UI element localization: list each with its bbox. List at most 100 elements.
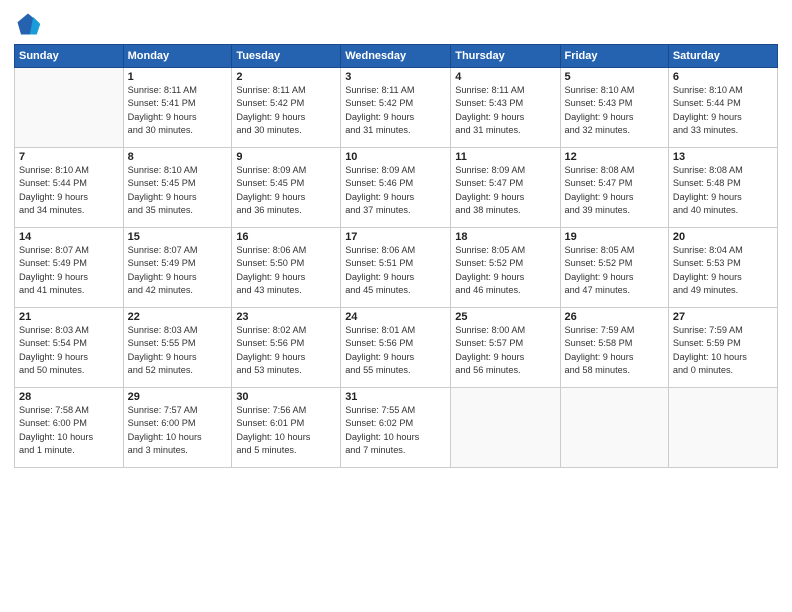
day-number: 5 (565, 71, 664, 83)
day-number: 19 (565, 231, 664, 243)
day-cell: 3Sunrise: 8:11 AM Sunset: 5:42 PM Daylig… (341, 68, 451, 148)
day-cell: 19Sunrise: 8:05 AM Sunset: 5:52 PM Dayli… (560, 228, 668, 308)
day-info: Sunrise: 8:07 AM Sunset: 5:49 PM Dayligh… (19, 244, 119, 297)
day-number: 14 (19, 231, 119, 243)
day-cell: 13Sunrise: 8:08 AM Sunset: 5:48 PM Dayli… (668, 148, 777, 228)
day-info: Sunrise: 8:11 AM Sunset: 5:42 PM Dayligh… (236, 84, 336, 137)
week-row-2: 7Sunrise: 8:10 AM Sunset: 5:44 PM Daylig… (15, 148, 778, 228)
day-number: 16 (236, 231, 336, 243)
day-number: 26 (565, 311, 664, 323)
day-number: 8 (128, 151, 228, 163)
day-number: 1 (128, 71, 228, 83)
day-cell: 21Sunrise: 8:03 AM Sunset: 5:54 PM Dayli… (15, 308, 124, 388)
day-cell: 26Sunrise: 7:59 AM Sunset: 5:58 PM Dayli… (560, 308, 668, 388)
week-row-1: 1Sunrise: 8:11 AM Sunset: 5:41 PM Daylig… (15, 68, 778, 148)
day-info: Sunrise: 8:04 AM Sunset: 5:53 PM Dayligh… (673, 244, 773, 297)
day-number: 9 (236, 151, 336, 163)
logo (14, 10, 46, 38)
day-info: Sunrise: 7:55 AM Sunset: 6:02 PM Dayligh… (345, 404, 446, 457)
day-number: 30 (236, 391, 336, 403)
day-cell: 31Sunrise: 7:55 AM Sunset: 6:02 PM Dayli… (341, 388, 451, 468)
day-info: Sunrise: 8:11 AM Sunset: 5:41 PM Dayligh… (128, 84, 228, 137)
day-cell: 17Sunrise: 8:06 AM Sunset: 5:51 PM Dayli… (341, 228, 451, 308)
day-info: Sunrise: 8:08 AM Sunset: 5:47 PM Dayligh… (565, 164, 664, 217)
day-info: Sunrise: 8:00 AM Sunset: 5:57 PM Dayligh… (455, 324, 555, 377)
day-number: 23 (236, 311, 336, 323)
day-number: 4 (455, 71, 555, 83)
day-number: 7 (19, 151, 119, 163)
day-cell: 16Sunrise: 8:06 AM Sunset: 5:50 PM Dayli… (232, 228, 341, 308)
day-cell: 28Sunrise: 7:58 AM Sunset: 6:00 PM Dayli… (15, 388, 124, 468)
day-info: Sunrise: 7:58 AM Sunset: 6:00 PM Dayligh… (19, 404, 119, 457)
col-header-saturday: Saturday (668, 45, 777, 68)
day-number: 11 (455, 151, 555, 163)
day-cell (560, 388, 668, 468)
calendar-table: SundayMondayTuesdayWednesdayThursdayFrid… (14, 44, 778, 468)
day-number: 17 (345, 231, 446, 243)
day-cell: 30Sunrise: 7:56 AM Sunset: 6:01 PM Dayli… (232, 388, 341, 468)
day-info: Sunrise: 7:56 AM Sunset: 6:01 PM Dayligh… (236, 404, 336, 457)
day-number: 29 (128, 391, 228, 403)
day-cell (668, 388, 777, 468)
week-row-5: 28Sunrise: 7:58 AM Sunset: 6:00 PM Dayli… (15, 388, 778, 468)
day-number: 27 (673, 311, 773, 323)
day-info: Sunrise: 7:59 AM Sunset: 5:59 PM Dayligh… (673, 324, 773, 377)
day-cell: 25Sunrise: 8:00 AM Sunset: 5:57 PM Dayli… (451, 308, 560, 388)
day-cell: 10Sunrise: 8:09 AM Sunset: 5:46 PM Dayli… (341, 148, 451, 228)
day-info: Sunrise: 8:05 AM Sunset: 5:52 PM Dayligh… (565, 244, 664, 297)
header-row: SundayMondayTuesdayWednesdayThursdayFrid… (15, 45, 778, 68)
day-number: 3 (345, 71, 446, 83)
day-info: Sunrise: 8:06 AM Sunset: 5:50 PM Dayligh… (236, 244, 336, 297)
day-number: 25 (455, 311, 555, 323)
day-info: Sunrise: 8:10 AM Sunset: 5:44 PM Dayligh… (19, 164, 119, 217)
day-cell (15, 68, 124, 148)
day-cell: 9Sunrise: 8:09 AM Sunset: 5:45 PM Daylig… (232, 148, 341, 228)
calendar-header: SundayMondayTuesdayWednesdayThursdayFrid… (15, 45, 778, 68)
col-header-monday: Monday (123, 45, 232, 68)
col-header-thursday: Thursday (451, 45, 560, 68)
day-info: Sunrise: 8:09 AM Sunset: 5:45 PM Dayligh… (236, 164, 336, 217)
day-number: 31 (345, 391, 446, 403)
day-cell: 8Sunrise: 8:10 AM Sunset: 5:45 PM Daylig… (123, 148, 232, 228)
day-info: Sunrise: 8:11 AM Sunset: 5:42 PM Dayligh… (345, 84, 446, 137)
day-info: Sunrise: 8:09 AM Sunset: 5:46 PM Dayligh… (345, 164, 446, 217)
calendar-body: 1Sunrise: 8:11 AM Sunset: 5:41 PM Daylig… (15, 68, 778, 468)
day-number: 28 (19, 391, 119, 403)
day-cell: 12Sunrise: 8:08 AM Sunset: 5:47 PM Dayli… (560, 148, 668, 228)
day-number: 2 (236, 71, 336, 83)
day-info: Sunrise: 8:01 AM Sunset: 5:56 PM Dayligh… (345, 324, 446, 377)
day-info: Sunrise: 8:07 AM Sunset: 5:49 PM Dayligh… (128, 244, 228, 297)
week-row-3: 14Sunrise: 8:07 AM Sunset: 5:49 PM Dayli… (15, 228, 778, 308)
day-number: 24 (345, 311, 446, 323)
day-cell: 4Sunrise: 8:11 AM Sunset: 5:43 PM Daylig… (451, 68, 560, 148)
day-number: 18 (455, 231, 555, 243)
day-cell: 27Sunrise: 7:59 AM Sunset: 5:59 PM Dayli… (668, 308, 777, 388)
day-number: 15 (128, 231, 228, 243)
day-info: Sunrise: 8:08 AM Sunset: 5:48 PM Dayligh… (673, 164, 773, 217)
day-cell: 11Sunrise: 8:09 AM Sunset: 5:47 PM Dayli… (451, 148, 560, 228)
day-cell (451, 388, 560, 468)
col-header-friday: Friday (560, 45, 668, 68)
col-header-sunday: Sunday (15, 45, 124, 68)
day-cell: 2Sunrise: 8:11 AM Sunset: 5:42 PM Daylig… (232, 68, 341, 148)
day-info: Sunrise: 8:03 AM Sunset: 5:55 PM Dayligh… (128, 324, 228, 377)
day-info: Sunrise: 8:05 AM Sunset: 5:52 PM Dayligh… (455, 244, 555, 297)
day-cell: 1Sunrise: 8:11 AM Sunset: 5:41 PM Daylig… (123, 68, 232, 148)
day-number: 13 (673, 151, 773, 163)
logo-icon (14, 10, 42, 38)
day-number: 6 (673, 71, 773, 83)
day-info: Sunrise: 8:06 AM Sunset: 5:51 PM Dayligh… (345, 244, 446, 297)
day-info: Sunrise: 7:59 AM Sunset: 5:58 PM Dayligh… (565, 324, 664, 377)
week-row-4: 21Sunrise: 8:03 AM Sunset: 5:54 PM Dayli… (15, 308, 778, 388)
day-info: Sunrise: 8:09 AM Sunset: 5:47 PM Dayligh… (455, 164, 555, 217)
day-cell: 15Sunrise: 8:07 AM Sunset: 5:49 PM Dayli… (123, 228, 232, 308)
day-cell: 29Sunrise: 7:57 AM Sunset: 6:00 PM Dayli… (123, 388, 232, 468)
col-header-tuesday: Tuesday (232, 45, 341, 68)
day-cell: 6Sunrise: 8:10 AM Sunset: 5:44 PM Daylig… (668, 68, 777, 148)
col-header-wednesday: Wednesday (341, 45, 451, 68)
day-info: Sunrise: 8:03 AM Sunset: 5:54 PM Dayligh… (19, 324, 119, 377)
header (14, 10, 778, 38)
day-info: Sunrise: 8:02 AM Sunset: 5:56 PM Dayligh… (236, 324, 336, 377)
day-info: Sunrise: 8:10 AM Sunset: 5:45 PM Dayligh… (128, 164, 228, 217)
day-number: 20 (673, 231, 773, 243)
